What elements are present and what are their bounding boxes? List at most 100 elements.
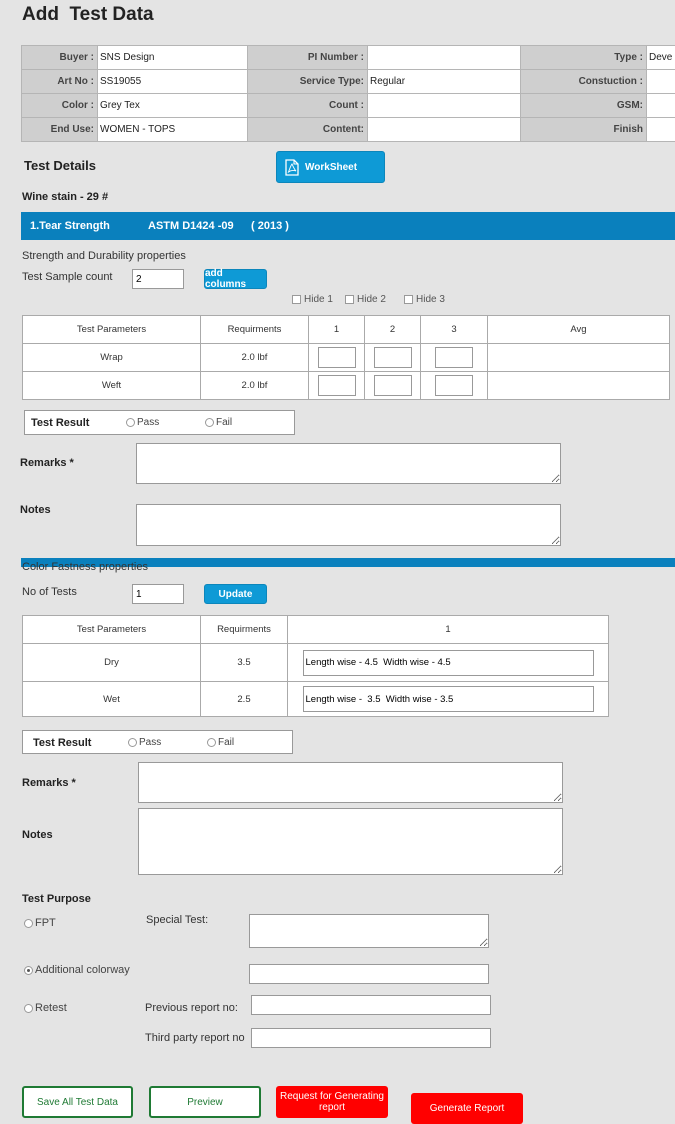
info-value bbox=[367, 45, 521, 70]
table-row: Weft 2.0 lbf bbox=[22, 371, 670, 400]
pdf-icon bbox=[285, 158, 299, 176]
param-cell: Wrap bbox=[22, 343, 201, 372]
info-label: Content: bbox=[247, 117, 368, 142]
column-header: Avg bbox=[487, 315, 670, 344]
color-remarks-textarea[interactable] bbox=[138, 762, 563, 803]
fail-label: Fail bbox=[216, 417, 233, 428]
info-label: Constuction : bbox=[520, 69, 647, 94]
tear-notes-textarea[interactable] bbox=[136, 504, 561, 546]
update-button[interactable]: Update bbox=[204, 584, 267, 604]
additional-colorway-label: Additional colorway bbox=[35, 964, 130, 976]
column-header: Requirments bbox=[200, 315, 309, 344]
column-header: Test Parameters bbox=[22, 615, 201, 644]
info-label: Finish bbox=[520, 117, 647, 142]
fpt-label: FPT bbox=[35, 917, 56, 929]
color-notes-textarea[interactable] bbox=[138, 808, 563, 875]
sample-name: Wine stain - 29 # bbox=[22, 191, 109, 203]
table-row: Wet 2.5 bbox=[22, 681, 609, 717]
tear-fail-radio[interactable]: Fail bbox=[205, 417, 232, 428]
dry-result-input[interactable] bbox=[302, 649, 594, 676]
tear-pass-radio[interactable]: Pass bbox=[126, 417, 159, 428]
special-test-textarea[interactable] bbox=[249, 914, 489, 948]
worksheet-label: WorkSheet bbox=[305, 161, 358, 173]
preview-button[interactable]: Preview bbox=[149, 1086, 261, 1118]
hide-1-checkbox[interactable]: Hide 1 bbox=[292, 294, 333, 305]
retest-label: Retest bbox=[35, 1002, 67, 1014]
radio-circle bbox=[24, 1003, 33, 1013]
checkbox-box bbox=[292, 295, 301, 304]
color-results-table: Test Parameters Requirments 1 Dry 3.5 We… bbox=[22, 615, 609, 717]
reading-2-input[interactable] bbox=[373, 375, 412, 396]
page-title: Add Test Data bbox=[22, 4, 154, 25]
requirement-cell: 2.0 lbf bbox=[200, 343, 309, 372]
order-info-table: Buyer : SNS Design PI Number : Type : Deve Ar… bbox=[21, 45, 675, 142]
color-remarks-label: Remarks * bbox=[22, 777, 76, 789]
table-row: Dry 3.5 bbox=[22, 643, 609, 682]
column-header: 3 bbox=[420, 315, 488, 344]
info-value: Grey Tex bbox=[97, 93, 248, 118]
no-of-tests-label: No of Tests bbox=[22, 586, 77, 598]
color-pass-radio[interactable]: Pass bbox=[128, 737, 161, 748]
hide-3-checkbox[interactable]: Hide 3 bbox=[404, 294, 445, 305]
avg-cell bbox=[487, 343, 670, 372]
reading-1-input[interactable] bbox=[317, 375, 356, 396]
info-value bbox=[646, 93, 675, 118]
column-header: 1 bbox=[308, 315, 365, 344]
info-row: Buyer : SNS Design PI Number : Type : Deve bbox=[21, 45, 675, 70]
tear-strength-bar: 1.Tear Strength ASTM D1424 -09 ( 2013 ) bbox=[21, 212, 675, 240]
requirement-cell: 2.5 bbox=[200, 681, 288, 717]
info-label: Color : bbox=[21, 93, 98, 118]
hide-2-label: Hide 2 bbox=[357, 294, 386, 305]
worksheet-button[interactable]: WorkSheet bbox=[276, 151, 385, 183]
table-row: Wrap 2.0 lbf bbox=[22, 343, 670, 372]
test-details-heading: Test Details bbox=[24, 158, 97, 173]
radio-circle bbox=[24, 965, 33, 975]
test-purpose-heading: Test Purpose bbox=[22, 893, 91, 905]
special-test-label: Special Test: bbox=[146, 914, 209, 926]
tear-year: ( 2013 ) bbox=[251, 220, 289, 232]
third-party-label: Third party report no bbox=[145, 1032, 245, 1044]
info-label: Type : bbox=[520, 45, 647, 70]
additional-colorway-radio[interactable]: Additional colorway bbox=[24, 964, 130, 976]
additional-colorway-input[interactable] bbox=[249, 964, 489, 984]
info-label: Art No : bbox=[21, 69, 98, 94]
checkbox-box bbox=[404, 295, 413, 304]
retest-radio[interactable]: Retest bbox=[24, 1002, 67, 1014]
request-report-button[interactable]: Request for Generating report bbox=[276, 1086, 388, 1118]
reading-2-input[interactable] bbox=[373, 347, 412, 368]
sample-count-label: Test Sample count bbox=[22, 271, 113, 283]
previous-report-input[interactable] bbox=[251, 995, 491, 1015]
tear-remarks-textarea[interactable] bbox=[136, 443, 561, 484]
column-header: 2 bbox=[364, 315, 421, 344]
column-header: Requirments bbox=[200, 615, 288, 644]
third-party-input[interactable] bbox=[251, 1028, 491, 1048]
add-columns-button[interactable]: add columns bbox=[204, 268, 267, 290]
generate-report-button[interactable]: Generate Report bbox=[411, 1093, 523, 1124]
radio-circle bbox=[207, 738, 216, 747]
tear-result-label: Test Result bbox=[31, 417, 90, 429]
fpt-radio[interactable]: FPT bbox=[24, 917, 56, 929]
radio-circle bbox=[24, 918, 33, 928]
hide-1-label: Hide 1 bbox=[304, 294, 333, 305]
color-notes-label: Notes bbox=[22, 829, 53, 841]
info-value bbox=[646, 69, 675, 94]
no-of-tests-input[interactable] bbox=[132, 584, 184, 604]
color-result-label: Test Result bbox=[33, 737, 92, 749]
wet-result-input[interactable] bbox=[302, 686, 594, 712]
info-value: SNS Design bbox=[97, 45, 248, 70]
sample-count-input[interactable] bbox=[132, 269, 184, 289]
requirement-cell: 2.0 lbf bbox=[200, 371, 309, 400]
info-value: SS19055 bbox=[97, 69, 248, 94]
column-header: Test Parameters bbox=[22, 315, 201, 344]
requirement-cell: 3.5 bbox=[200, 643, 288, 682]
reading-3-input[interactable] bbox=[435, 375, 473, 396]
save-all-button[interactable]: Save All Test Data bbox=[22, 1086, 133, 1118]
hide-2-checkbox[interactable]: Hide 2 bbox=[345, 294, 386, 305]
info-label: Service Type: bbox=[247, 69, 368, 94]
tear-method: ASTM D1424 -09 bbox=[148, 220, 234, 232]
info-row: End Use: WOMEN - TOPS Content: Finish bbox=[21, 117, 675, 142]
reading-3-input[interactable] bbox=[435, 347, 473, 368]
reading-1-input[interactable] bbox=[317, 347, 356, 368]
radio-circle bbox=[128, 738, 137, 747]
color-fail-radio[interactable]: Fail bbox=[207, 737, 234, 748]
